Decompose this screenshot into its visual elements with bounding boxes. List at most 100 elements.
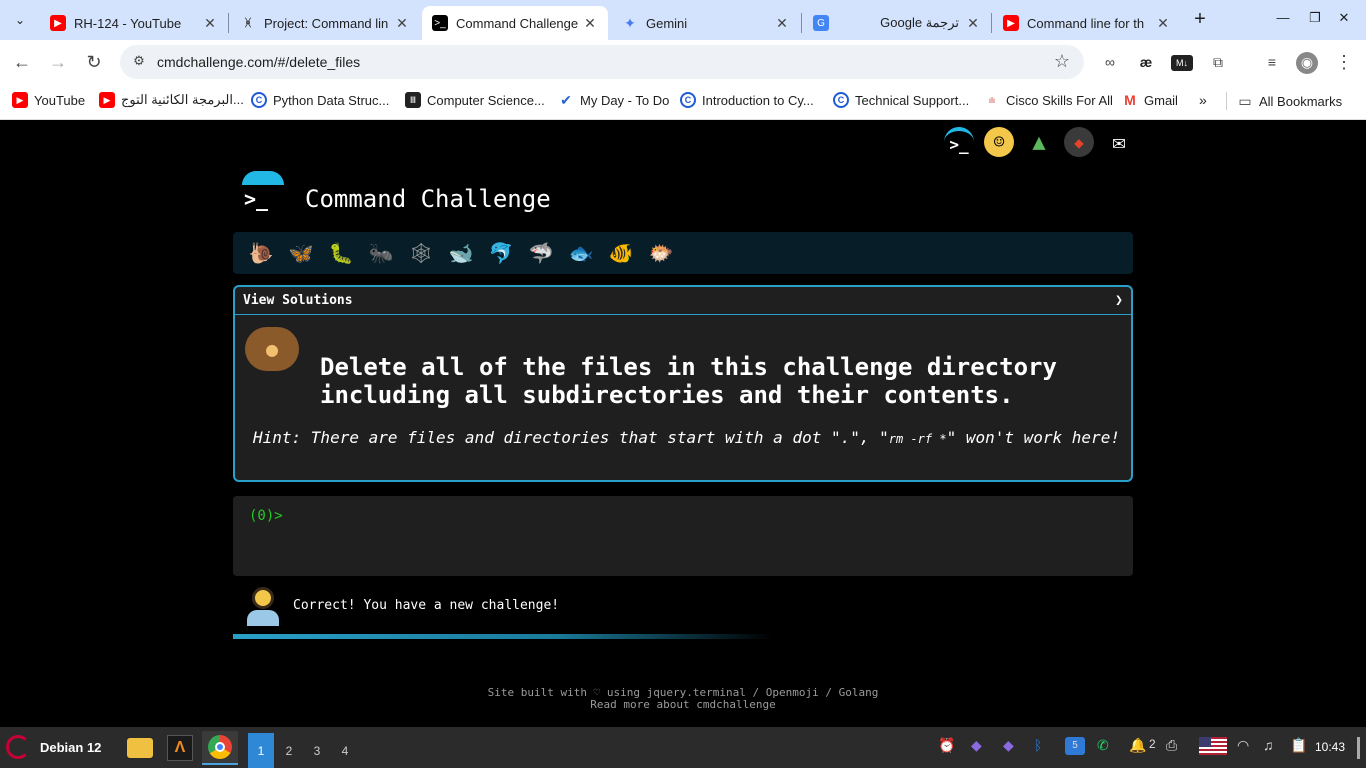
translate-icon: G [813, 15, 829, 31]
youtube-icon: ▶ [99, 92, 115, 108]
butterfly-icon[interactable]: 🦋 [281, 237, 321, 269]
bookmark-star-icon[interactable]: ☆ [1054, 51, 1070, 72]
reload-button[interactable]: ↻ [83, 51, 105, 73]
close-icon[interactable]: ✕ [774, 15, 790, 32]
ae-extension-icon[interactable]: æ [1135, 52, 1157, 74]
ant-icon[interactable]: 🐜 [361, 237, 401, 269]
coursera-icon: C [251, 92, 267, 108]
back-button[interactable]: ← [11, 51, 33, 73]
new-tab-button[interactable]: + [1188, 8, 1212, 32]
music-icon[interactable]: ♫ [1263, 737, 1274, 753]
youtube-icon: ▶ [1003, 15, 1019, 31]
bookmark-my-day[interactable]: ✔ My Day - To Do [558, 92, 669, 108]
bookmark-gmail[interactable]: M Gmail [1122, 92, 1178, 108]
bookmark-oop-arabic[interactable]: ▶ البرمجة الكائنية التوج... [99, 92, 244, 108]
user-avatar-icon [247, 587, 279, 627]
close-icon[interactable]: ✕ [1155, 15, 1171, 32]
url-text[interactable]: cmdchallenge.com/#/delete_files [157, 54, 360, 70]
site-info-icon[interactable]: ⚙ [130, 53, 148, 71]
close-icon[interactable]: ✕ [965, 15, 981, 32]
gitlab-icon[interactable]: ◆ [1064, 127, 1094, 157]
tropical-fish-icon[interactable]: 🐠 [601, 237, 641, 269]
chrome-icon[interactable] [202, 731, 238, 765]
columns-icon: Ⅲ [405, 92, 421, 108]
bookmarks-bar: ▶ YouTube ▶ البرمجة الكائنية التوج... C … [0, 84, 1366, 120]
menu-icon[interactable]: ⋮ [1333, 52, 1355, 74]
terminal-input[interactable]: (0)> [233, 496, 1133, 576]
footer-read-more-link[interactable]: Read more about cmdchallenge [0, 699, 1366, 711]
pufferfish-icon[interactable]: 🐡 [641, 237, 681, 269]
obsidian-icon[interactable]: ◆ [971, 737, 982, 754]
snail-icon[interactable]: 🐌 [241, 237, 281, 269]
workspace-3[interactable]: 3 [304, 733, 330, 768]
more-bookmarks-icon[interactable]: » [1199, 92, 1207, 108]
terminal-prompt: (0)> [249, 508, 283, 524]
forward-button[interactable]: → [47, 51, 69, 73]
browser-toolbar: ← → ↻ ⚙ cmdchallenge.com/#/delete_files … [0, 40, 1366, 84]
tab-command-line-youtube[interactable]: ▶ Command line for th ✕ [993, 6, 1181, 40]
show-desktop-button[interactable] [1357, 737, 1360, 759]
markdown-extension-icon[interactable]: M↓ [1171, 55, 1193, 71]
tab-gemini[interactable]: ✦ Gemini ✕ [612, 6, 800, 40]
bookmark-cisco[interactable]: ılı Cisco Skills For All [984, 92, 1113, 108]
tab-google-translate[interactable]: G Google ترجمة ✕ [803, 6, 991, 40]
clipboard-icon[interactable]: 📋 [1290, 737, 1307, 754]
bookmark-intro-cyber[interactable]: C Introduction to Cy... [680, 92, 814, 108]
start-menu-button[interactable]: Debian 12 [6, 735, 101, 759]
bookmark-computer-science[interactable]: Ⅲ Computer Science... [405, 92, 545, 108]
site-logo[interactable]: >_ [242, 171, 284, 213]
clock[interactable]: 10:43 [1315, 740, 1345, 754]
bluetooth-icon[interactable]: ᛒ [1034, 737, 1042, 753]
extension-icon[interactable]: ∞ [1099, 52, 1121, 74]
us-flag-icon[interactable] [1199, 737, 1227, 755]
address-bar[interactable]: ⚙ cmdchallenge.com/#/delete_files ☆ [120, 45, 1084, 79]
tab-rh124[interactable]: ▶ RH-124 - YouTube ✕ [40, 6, 228, 40]
taskbar: Debian 12 Λ 1 2 3 4 ⏰ ◆ ◆ ᛒ 5 ✆ 🔔 2 ⎙ ◠ … [0, 727, 1366, 768]
extensions-puzzle-icon[interactable]: ⧉ [1207, 52, 1229, 74]
tab-command-challenge[interactable]: >_ Command Challenge ✕ [422, 6, 608, 40]
all-bookmarks[interactable]: ▭ All Bookmarks [1226, 92, 1342, 110]
bookmark-technical-support[interactable]: C Technical Support... [833, 92, 969, 108]
workspace-4[interactable]: 4 [332, 733, 358, 768]
file-manager-icon[interactable] [122, 731, 158, 765]
spider-web-icon[interactable]: 🕸 [401, 237, 441, 269]
close-icon[interactable]: ✕ [202, 15, 218, 32]
window-close-icon[interactable]: ✕ [1334, 10, 1354, 26]
tab-project-command-line[interactable]: ᚸ Project: Command lin ✕ [230, 6, 420, 40]
dolphin-icon[interactable]: 🐬 [481, 237, 521, 269]
divider [1226, 92, 1227, 110]
printer-icon[interactable]: ⎙ [1166, 737, 1177, 754]
wifi-icon[interactable]: ◠ [1237, 737, 1249, 754]
terminal-icon[interactable]: >_ [944, 127, 974, 157]
minimize-icon[interactable]: — [1273, 10, 1293, 25]
view-solutions-toggle[interactable]: View Solutions ❯ [235, 287, 1131, 315]
caterpillar-icon[interactable]: 🐛 [321, 237, 361, 269]
workspace-1[interactable]: 1 [248, 733, 274, 768]
close-icon[interactable]: ✕ [394, 15, 410, 32]
fish-icon[interactable]: 🐟 [561, 237, 601, 269]
workspace-2[interactable]: 2 [276, 733, 302, 768]
tree-icon[interactable]: ▲ [1024, 127, 1054, 157]
obsidian-icon[interactable]: ◆ [1003, 737, 1014, 754]
top-icon-links: >_ ☺ ▲ ◆ ✉ [944, 127, 1134, 157]
whale-icon[interactable]: 🐋 [441, 237, 481, 269]
mail-icon[interactable]: ✉ [1104, 127, 1134, 157]
bookmark-python-data[interactable]: C Python Data Struc... [251, 92, 389, 108]
shark-icon[interactable]: 🦈 [521, 237, 561, 269]
tab-separator [991, 13, 992, 33]
alarm-clock-icon[interactable]: ⏰ [938, 737, 955, 754]
bookmark-youtube[interactable]: ▶ YouTube [12, 92, 85, 108]
profile-avatar[interactable]: ◉ [1296, 52, 1318, 74]
youtube-icon: ▶ [50, 15, 66, 31]
media-controls-icon[interactable]: ≡ [1261, 52, 1283, 74]
restore-icon[interactable]: ❐ [1305, 10, 1325, 26]
whatsapp-icon[interactable]: ✆ [1097, 737, 1109, 754]
notifications-icon[interactable]: 🔔 [1129, 737, 1146, 754]
terminal-app-icon[interactable]: Λ [162, 731, 198, 765]
calendar-badge-icon[interactable]: 5 [1065, 737, 1085, 755]
close-icon[interactable]: ✕ [582, 15, 598, 32]
shushing-face-icon[interactable]: ☺ [984, 127, 1014, 157]
tab-search-icon[interactable]: ⌄ [8, 8, 32, 32]
view-solutions-label: View Solutions [243, 293, 353, 308]
page-title: Command Challenge [305, 185, 551, 213]
